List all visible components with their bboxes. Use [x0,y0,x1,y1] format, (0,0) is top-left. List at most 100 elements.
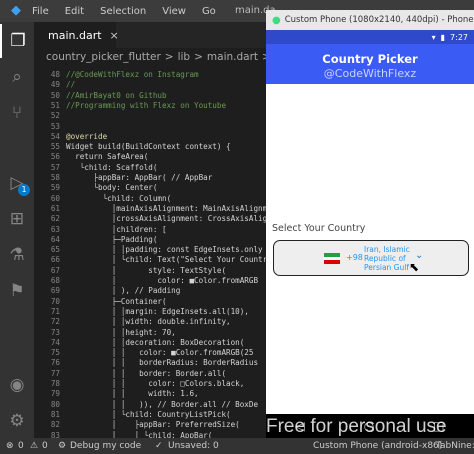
line-number: 83 [50,430,60,439]
code-line[interactable]: 81 │ └child: CountryListPick( [34,410,231,420]
code-text: return SafeArea( [66,152,149,162]
notification-badge: 1 [18,184,30,196]
code-text: │ │ )), // Border.all // BoxDe [66,399,259,409]
code-text: └child: Scaffold( [66,162,158,172]
menu-selection[interactable]: Selection [100,6,146,17]
tab-main-dart[interactable]: main.dart × [34,22,119,48]
extensions-icon[interactable]: ⊞ [0,202,34,236]
app-title: Country Picker [322,52,418,66]
line-number: 55 [50,142,60,152]
code-line[interactable]: 69 │ ), // Padding [34,286,180,296]
menu-file[interactable]: File [32,6,49,17]
code-line[interactable]: 65 │ │padding: const EdgeInsets.only [34,245,263,255]
code-text: │ │decoration: BoxDecoration( [66,337,245,347]
code-line[interactable]: 60 └child: Column( [34,194,171,204]
code-line[interactable]: 71 │ │margin: EdgeInsets.all(10), [34,307,249,317]
code-line[interactable]: 73 │ │height: 70, [34,328,176,338]
tab-label: main.dart [48,28,102,42]
code-line[interactable]: 51 //Programming with Flexz on Youtube [34,101,226,111]
code-line[interactable]: 53 [34,122,66,132]
line-number: 64 [50,234,60,244]
code-line[interactable]: 49 // [34,80,75,90]
close-icon[interactable]: × [110,29,119,42]
code-line[interactable]: 61 │mainAxisAlignment: MainAxisAlignmen [34,204,266,214]
source-control-icon[interactable]: ⑂ [0,96,34,130]
code-line[interactable]: 56 return SafeArea( [34,152,148,162]
line-number: 51 [50,100,60,110]
code-line[interactable]: 68 │ color: ■Color.fromARGB [34,276,258,286]
warnings-icon[interactable]: ⚠ [30,441,38,451]
status-bar: ⊗ 0 ⚠ 0 ⚙ Debug my code ✓ Unsaved: 0 Cus… [0,438,474,454]
debug-status[interactable]: Debug my code [70,441,141,451]
breadcrumb-folder[interactable]: country_picker_flutter [46,51,161,63]
line-number: 74 [50,337,60,347]
explorer-icon[interactable]: ❐ [0,24,34,58]
battery-icon: ▮ [440,32,446,42]
code-line[interactable]: 62 │crossAxisAlignment: CrossAxisAlignm [34,214,266,224]
line-number: 65 [50,245,60,255]
code-text: //Programming with Flexz on Youtube [66,100,227,110]
remote-icon[interactable]: ⚑ [0,274,34,308]
tabnine-status[interactable]: TabNine: [436,441,474,451]
code-line[interactable]: 78 │ │ color: □Colors.black, [34,379,244,389]
country-picker-button[interactable]: +98 Iran, Islamic Republic of Persian Gu… [273,240,469,276]
code-text: │ style: TextStyle( [66,265,227,275]
line-number: 81 [50,409,60,419]
warning-count[interactable]: 0 [42,441,48,451]
code-line[interactable]: 74 │ │decoration: BoxDecoration( [34,338,244,348]
error-count[interactable]: 0 [18,441,24,451]
code-line[interactable]: 63 │children: [ [34,225,167,235]
code-line[interactable]: 52 [34,111,66,121]
code-line[interactable]: 80 │ │ )), // Border.all // BoxDe [34,400,258,410]
code-line[interactable]: 67 │ style: TextStyle( [34,266,226,276]
select-country-label: Select Your Country [272,223,366,234]
line-number: 78 [50,379,60,388]
errors-icon[interactable]: ⊗ [6,441,14,451]
vscode-logo-icon: ◆ [11,3,21,18]
code-editor[interactable]: 48 //@CodeWithFlexz on Instagram 49 // 50 //A… [34,66,266,438]
device-selector[interactable]: Custom Phone (android-x86) [313,441,442,451]
account-icon[interactable]: ◉ [0,368,34,402]
emulator-title-bar: ● Custom Phone (1080x2140, 440dpi) - Pho… [266,10,474,30]
code-line[interactable]: 50 //AmirBayat0 on Github [34,91,167,101]
code-text: │ │margin: EdgeInsets.all(10), [66,306,249,316]
code-line[interactable]: 48 //@CodeWithFlexz on Instagram [34,70,199,80]
breadcrumb-lib[interactable]: lib [178,51,191,63]
gear-icon[interactable]: ⚙ [0,404,34,438]
breadcrumb-separator: > [194,51,203,63]
code-line[interactable]: 76 │ │ borderRadius: BorderRadius [34,358,258,368]
code-text: │ └child: CountryListPick( [66,409,231,419]
breadcrumb-file[interactable]: main.dart [207,51,258,63]
code-text: │ │width: double.infinity, [66,317,231,327]
code-line[interactable]: 75 │ │ color: ■Color.fromARGB(25 [34,348,254,358]
code-text: │ │ └child: AppBar( [66,430,213,439]
code-line[interactable]: 59 └body: Center( [34,183,158,193]
unsaved-count[interactable]: Unsaved: 0 [168,441,219,451]
code-line[interactable]: 57 └child: Scaffold( [34,162,158,173]
testing-icon[interactable]: ⚗ [0,238,34,272]
save-icon: ✓ [155,441,163,451]
dial-code: +98 [346,253,363,262]
code-line[interactable]: 55 Widget build(BuildContext context) { [34,142,231,152]
menu-edit[interactable]: Edit [65,6,84,17]
phone-status-bar: ▾ ▮ 7:27 [266,30,474,44]
code-line[interactable]: 64 ├─Padding( [34,234,158,245]
run-debug-icon[interactable]: ▷ 1 [0,166,34,200]
code-line[interactable]: 70 ├─Container( [34,297,167,307]
app-body: Select Your Country +98 Iran, Islamic Re… [266,84,474,414]
code-line[interactable]: 82 │ ├appBar: PreferredSize( [34,420,240,430]
code-text: │ ), // Padding [66,286,181,296]
code-line[interactable]: 79 │ │ width: 1.6, [34,389,199,399]
code-line[interactable]: 72 │ │width: double.infinity, [34,317,231,327]
code-line[interactable]: 58 ├appBar: AppBar( // AppBar [34,173,212,183]
breadcrumb-separator: > [164,51,174,63]
code-line[interactable]: 54 @override [34,132,107,142]
code-line[interactable]: 83 │ │ └child: AppBar( [34,431,212,439]
code-line[interactable]: 77 │ │ border: Border.all( [34,369,226,379]
menu-go[interactable]: Go [202,6,216,17]
clock: 7:27 [450,32,468,42]
menu-view[interactable]: View [162,6,186,17]
line-number: 60 [50,193,60,203]
search-icon[interactable]: ⌕ [0,60,34,94]
code-line[interactable]: 66 │ └child: Text("Select Your Countr [34,255,266,265]
